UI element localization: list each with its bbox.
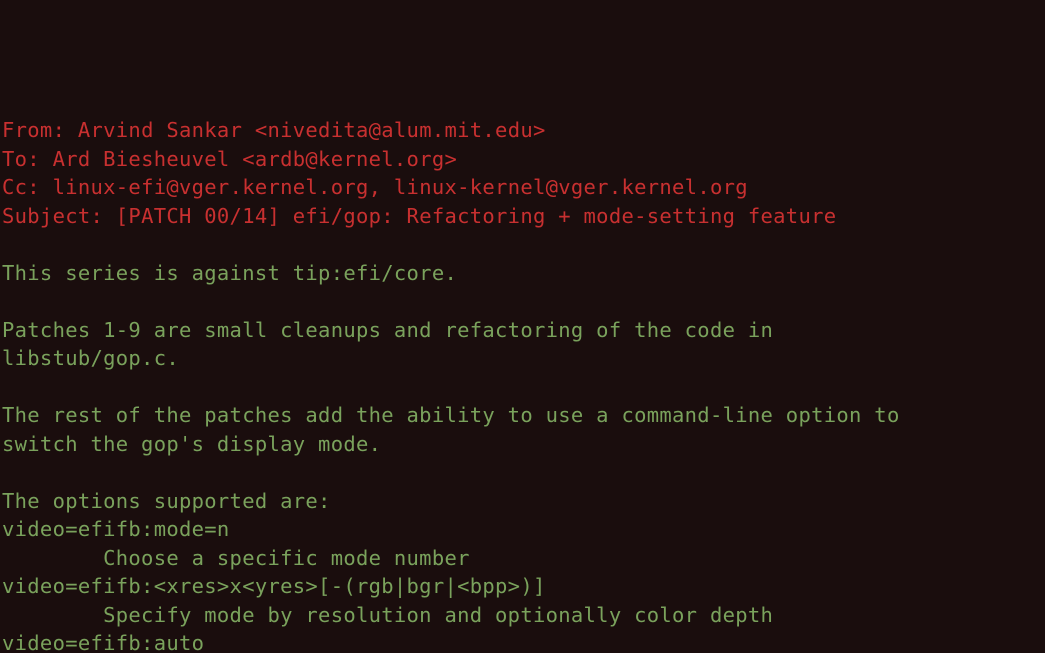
- body-line: This series is against tip:efi/core.: [2, 261, 457, 285]
- header-cc: Cc: linux-efi@vger.kernel.org, linux-ker…: [2, 175, 748, 199]
- body-line: switch the gop's display mode.: [2, 432, 381, 456]
- header-subject: Subject: [PATCH 00/14] efi/gop: Refactor…: [2, 204, 836, 228]
- header-to-label: To:: [2, 147, 53, 171]
- header-cc-label: Cc:: [2, 175, 53, 199]
- body-line: libstub/gop.c.: [2, 346, 179, 370]
- header-subject-label: Subject:: [2, 204, 116, 228]
- header-from: From: Arvind Sankar <nivedita@alum.mit.e…: [2, 118, 546, 142]
- header-from-label: From:: [2, 118, 78, 142]
- body-line: Patches 1-9 are small cleanups and refac…: [2, 318, 773, 342]
- mail-body: This series is against tip:efi/core. Pat…: [2, 230, 1045, 653]
- terminal-pager[interactable]: From: Arvind Sankar <nivedita@alum.mit.e…: [0, 86, 1045, 653]
- body-line: Specify mode by resolution and optionall…: [2, 603, 773, 627]
- body-line: video=efifb:mode=n: [2, 517, 230, 541]
- header-subject-value: [PATCH 00/14] efi/gop: Refactoring + mod…: [116, 204, 837, 228]
- header-from-value: Arvind Sankar <nivedita@alum.mit.edu>: [78, 118, 546, 142]
- body-line: Choose a specific mode number: [2, 546, 470, 570]
- body-line: The options supported are:: [2, 489, 331, 513]
- mail-header: From: Arvind Sankar <nivedita@alum.mit.e…: [2, 116, 1045, 230]
- body-line: video=efifb:auto: [2, 631, 204, 653]
- body-line: video=efifb:<xres>x<yres>[-(rgb|bgr|<bpp…: [2, 574, 546, 598]
- header-to-value: Ard Biesheuvel <ardb@kernel.org>: [53, 147, 458, 171]
- header-cc-value: linux-efi@vger.kernel.org, linux-kernel@…: [53, 175, 748, 199]
- header-to: To: Ard Biesheuvel <ardb@kernel.org>: [2, 147, 457, 171]
- body-line: The rest of the patches add the ability …: [2, 403, 900, 427]
